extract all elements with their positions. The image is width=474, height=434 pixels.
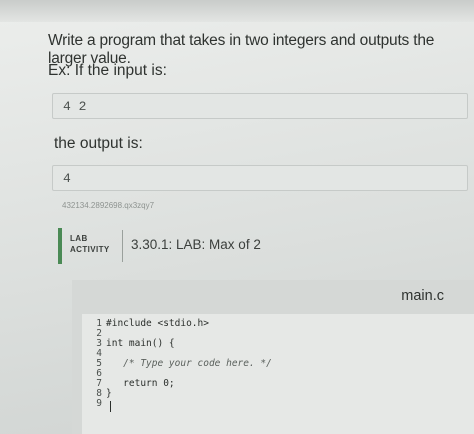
code-line[interactable]: int main() {: [106, 338, 175, 349]
lab-label-line2: ACTIVITY: [70, 245, 110, 254]
page: Write a program that takes in two intege…: [0, 0, 474, 434]
lab-divider: [122, 230, 123, 262]
example-output-value: 4: [63, 171, 71, 186]
filename-tab[interactable]: main.c: [401, 288, 444, 304]
code-line-comment[interactable]: /* Type your code here. */: [106, 358, 272, 369]
code-line[interactable]: }: [106, 388, 112, 399]
example-output-box: 4: [52, 165, 468, 191]
text-cursor: [110, 401, 111, 412]
code-line[interactable]: return 0;: [106, 378, 174, 389]
code-line[interactable]: #include <stdio.h>: [106, 318, 209, 329]
line-number: 9: [96, 398, 102, 409]
lab-title: 3.30.1: LAB: Max of 2: [131, 237, 261, 252]
top-strip: [0, 0, 474, 22]
lab-activity-label: LAB ACTIVITY: [70, 233, 110, 255]
code-editor[interactable]: 1 2 3 4 5 6 7 8 9 #include <stdio.h> int…: [82, 314, 474, 434]
example-input-value: 4 2: [63, 99, 87, 114]
reference-id: 432134.2892698.qx3zqy7: [62, 201, 155, 210]
lab-label-line1: LAB: [70, 234, 88, 243]
line-gutter: 1 2 3 4 5 6 7 8 9: [82, 314, 106, 434]
code-panel: main.c 1 2 3 4 5 6 7 8 9 #include <stdio…: [72, 280, 474, 434]
example-intro: Ex: If the input is:: [48, 62, 167, 79]
lab-activity-header: LAB ACTIVITY 3.30.1: LAB: Max of 2: [58, 228, 278, 266]
example-input-box: 4 2: [52, 93, 468, 119]
output-intro: the output is:: [54, 135, 143, 152]
lab-accent-bar: [58, 228, 62, 264]
